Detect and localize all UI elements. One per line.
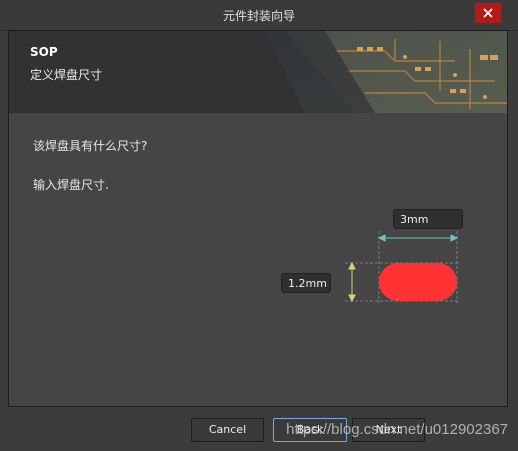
- pad-width-input[interactable]: 3mm: [393, 209, 463, 229]
- height-dimension-arrow: [348, 261, 356, 303]
- close-button[interactable]: [475, 3, 501, 23]
- cancel-button[interactable]: Cancel: [191, 418, 264, 442]
- width-dimension-arrow: [377, 234, 459, 242]
- back-button[interactable]: Back: [273, 418, 347, 442]
- pad-height-input[interactable]: 1.2mm: [281, 273, 331, 293]
- next-button[interactable]: Next: [352, 418, 425, 442]
- window-title: 元件封装向导: [222, 9, 295, 23]
- pad-dimension-diagram: [345, 231, 459, 303]
- pad-shape: [379, 263, 457, 301]
- wizard-panel: SOP 定义焊盘尺寸 该焊盘具有什么尺寸? 输入焊盘尺寸. 3mm 1.2mm: [8, 30, 508, 407]
- close-icon: [483, 8, 493, 18]
- title-bar: 元件封装向导: [0, 0, 518, 31]
